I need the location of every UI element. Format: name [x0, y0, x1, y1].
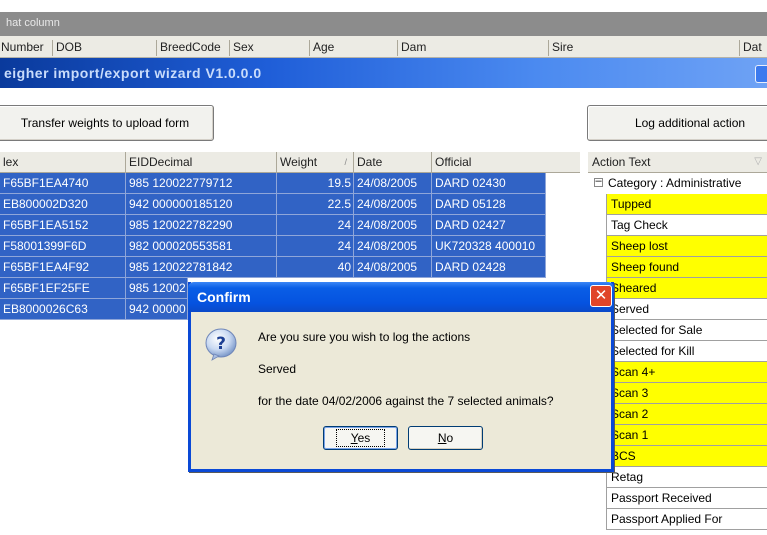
action-item[interactable]: Sheep found: [606, 257, 767, 278]
wizard-close-icon[interactable]: [755, 65, 767, 83]
transfer-weights-button[interactable]: Transfer weights to upload form: [0, 105, 214, 141]
group-by-text: hat column: [6, 17, 60, 29]
bg-col-dam[interactable]: Dam: [397, 40, 426, 56]
confirm-message-action: Served: [258, 362, 297, 376]
action-item[interactable]: Served: [606, 299, 767, 320]
cell-hex: F65BF1EA5152: [0, 215, 126, 236]
action-item[interactable]: Sheep lost: [606, 236, 767, 257]
action-item[interactable]: Retag: [606, 467, 767, 488]
group-by-bar: hat column: [0, 12, 767, 36]
category-row[interactable]: – Category : Administrative: [588, 173, 767, 194]
bg-col-dob[interactable]: DOB: [52, 40, 82, 56]
action-item[interactable]: Scan 4+: [606, 362, 767, 383]
yes-accelerator: Y: [350, 431, 358, 445]
bg-col-breedcode[interactable]: BreedCode: [156, 40, 221, 56]
confirm-dialog: Confirm ✕ ? Are you sure you wish to log…: [188, 282, 614, 472]
action-list: Action Text ▽ – Category : Administrativ…: [588, 152, 767, 530]
action-items: Tupped Tag Check Sheep lost Sheep found Shea…: [588, 194, 767, 530]
action-item[interactable]: Scan 1: [606, 425, 767, 446]
cell-official: UK720328 400010: [432, 236, 546, 257]
wizard-title: eigher import/export wizard V1.0.0.0: [4, 65, 262, 81]
cell-official: DARD 02428: [432, 257, 546, 278]
filter-icon[interactable]: ▽: [754, 152, 762, 172]
cell-weight: 24: [277, 215, 354, 236]
cell-hex: EB8000026C63: [0, 299, 126, 320]
table-row[interactable]: EB800002D320 942 000000185120 22.5 24/08/20…: [0, 194, 580, 215]
cell-date: 24/08/2005: [354, 173, 432, 194]
cell-eiddecimal: 985 120022779712: [126, 173, 277, 194]
cell-weight: 24: [277, 236, 354, 257]
action-item[interactable]: Sheared: [606, 278, 767, 299]
action-item[interactable]: BCS: [606, 446, 767, 467]
cell-hex: EB800002D320: [0, 194, 126, 215]
col-date[interactable]: Date: [354, 152, 432, 173]
question-icon: ?: [205, 328, 237, 361]
col-weight-label: Weight: [280, 155, 318, 169]
cell-date: 24/08/2005: [354, 257, 432, 278]
wizard-title-bar[interactable]: eigher import/export wizard V1.0.0.0: [0, 58, 767, 88]
bg-col-number[interactable]: Number: [0, 40, 44, 56]
bg-col-sex[interactable]: Sex: [229, 40, 254, 56]
yes-label-rest: es: [357, 431, 371, 445]
yes-button-label: Yes: [335, 429, 386, 447]
close-icon[interactable]: ✕: [590, 285, 612, 307]
cell-hex: F65BF1EF25FE: [0, 278, 126, 299]
col-eiddecimal[interactable]: EIDDecimal: [126, 152, 277, 173]
cell-date: 24/08/2005: [354, 236, 432, 257]
action-item[interactable]: Passport Applied For: [606, 509, 767, 530]
action-item[interactable]: Selected for Kill: [606, 341, 767, 362]
action-item[interactable]: Scan 2: [606, 404, 767, 425]
cell-eiddecimal: 985 12002: [126, 278, 188, 299]
cell-weight: 22.5: [277, 194, 354, 215]
confirm-title-bar[interactable]: Confirm ✕: [188, 282, 614, 312]
cell-weight: 40: [277, 257, 354, 278]
cell-date: 24/08/2005: [354, 215, 432, 236]
bg-col-date[interactable]: Dat: [739, 40, 762, 56]
no-button[interactable]: No: [408, 426, 483, 450]
cell-eiddecimal: 942 000000185120: [126, 194, 277, 215]
table-row[interactable]: F65BF1EA4740 985 120022779712 19.5 24/08/20…: [0, 173, 580, 194]
action-item[interactable]: Scan 3: [606, 383, 767, 404]
action-text-header: Action Text: [592, 155, 651, 169]
cell-hex: F58001399F6D: [0, 236, 126, 257]
log-additional-action-button[interactable]: Log additional action: [587, 105, 767, 141]
action-item[interactable]: Passport Received: [606, 488, 767, 509]
cell-hex: F65BF1EA4F92: [0, 257, 126, 278]
category-label: Category : Administrative: [608, 176, 742, 190]
col-official[interactable]: Official: [432, 152, 580, 173]
grid-header: lex EIDDecimal Weight / Date Official: [0, 152, 580, 173]
background-grid-header: Number DOB BreedCode Sex Age Dam Sire Da…: [0, 36, 767, 58]
confirm-message-line1: Are you sure you wish to log the actions: [258, 330, 471, 344]
table-row[interactable]: F58001399F6D 982 000020553581 24 24/08/2005…: [0, 236, 580, 257]
cell-official: DARD 02430: [432, 173, 546, 194]
cell-official: DARD 05128: [432, 194, 546, 215]
collapse-toggle-icon[interactable]: –: [594, 176, 603, 187]
table-row[interactable]: F65BF1EA5152 985 120022782290 24 24/08/2005…: [0, 215, 580, 236]
cell-eiddecimal: 985 120022781842: [126, 257, 277, 278]
cell-hex: F65BF1EA4740: [0, 173, 126, 194]
col-hex[interactable]: lex: [0, 152, 126, 173]
cell-weight: 19.5: [277, 173, 354, 194]
bg-col-age[interactable]: Age: [309, 40, 334, 56]
cell-date: 24/08/2005: [354, 194, 432, 215]
no-label-rest: o: [446, 431, 454, 445]
action-item[interactable]: Selected for Sale: [606, 320, 767, 341]
action-item[interactable]: Tag Check: [606, 215, 767, 236]
svg-text:?: ?: [216, 334, 226, 354]
cell-official: DARD 02427: [432, 215, 546, 236]
action-item[interactable]: Tupped: [606, 194, 767, 215]
sort-ascending-icon: /: [344, 157, 347, 167]
confirm-message-line3: for the date 04/02/2006 against the 7 se…: [258, 394, 554, 408]
yes-button[interactable]: Yes: [323, 426, 398, 450]
bg-col-sire[interactable]: Sire: [548, 40, 573, 56]
cell-eiddecimal: 982 000020553581: [126, 236, 277, 257]
action-list-header[interactable]: Action Text ▽: [588, 152, 767, 173]
confirm-title: Confirm: [197, 289, 251, 305]
cell-eiddecimal: 942 00000: [126, 299, 188, 320]
col-weight[interactable]: Weight /: [277, 152, 354, 173]
cell-eiddecimal: 985 120022782290: [126, 215, 277, 236]
table-row[interactable]: F65BF1EA4F92 985 120022781842 40 24/08/2005…: [0, 257, 580, 278]
